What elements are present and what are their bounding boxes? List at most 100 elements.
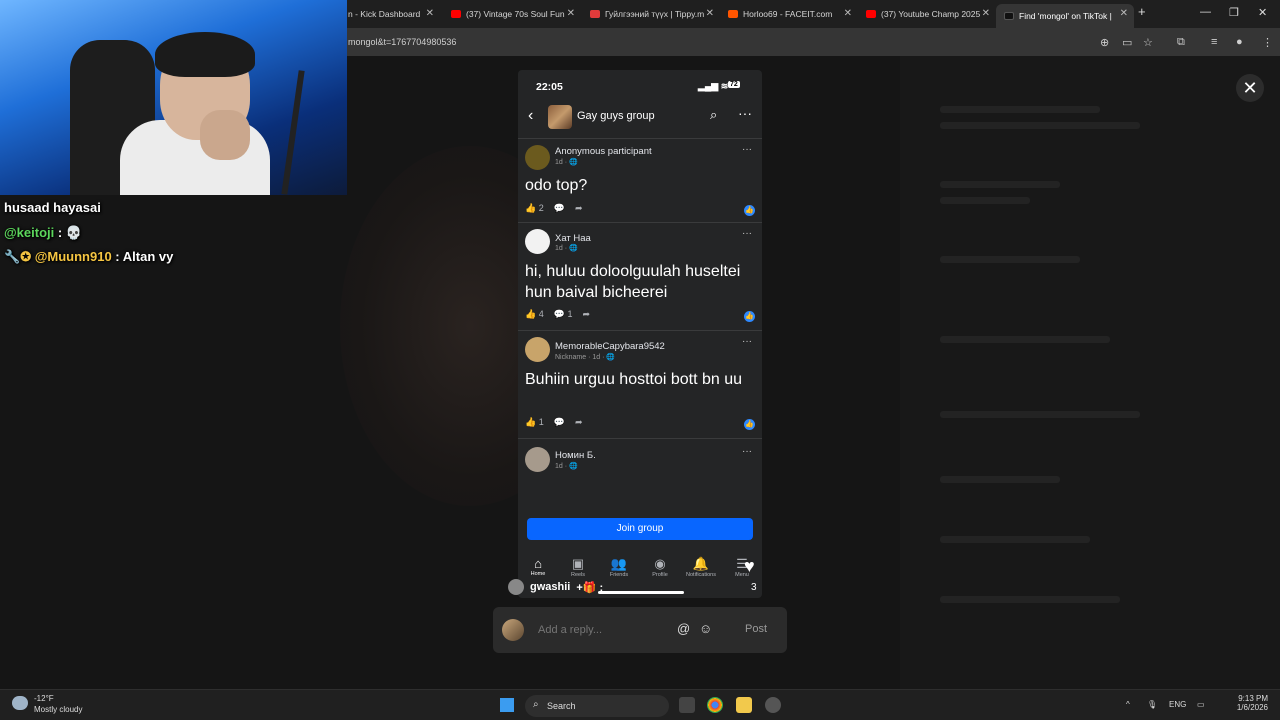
cloud-icon [12, 696, 28, 710]
post-author[interactable]: Хат Наа [555, 233, 591, 244]
tray-chevron-icon[interactable]: ^ [1126, 700, 1130, 709]
taskbar-search[interactable]: ⌕ Search [525, 695, 669, 717]
like-count: 3 [751, 582, 757, 593]
like-button[interactable]: 👍 2 [525, 203, 544, 214]
windows-start-icon[interactable] [500, 698, 514, 712]
post-body: hi, huluu doloolguulah huseltei hun baiv… [525, 263, 741, 301]
window-close-icon[interactable]: ✕ [1258, 6, 1267, 19]
post-more-icon[interactable]: ··· [742, 228, 752, 239]
nav-profile[interactable]: ◉ Profile [640, 556, 680, 578]
network-icon[interactable]: ▭ [1197, 700, 1205, 709]
nav-home[interactable]: ⌂ Home [518, 556, 558, 577]
back-arrow-icon[interactable]: ‹ [528, 107, 533, 125]
post: Anonymous participant 1d · 🌐 ··· odo top… [518, 138, 762, 222]
like-button[interactable]: 👍 1 [525, 417, 544, 428]
webcam-feed [0, 0, 347, 195]
close-icon[interactable]: ✕ [1120, 8, 1128, 19]
close-icon[interactable]: ✕ [982, 8, 990, 19]
language-indicator[interactable]: ENG [1169, 700, 1186, 709]
profile-avatar-icon[interactable]: ● [1236, 36, 1243, 48]
share-button[interactable]: ➦ [575, 203, 583, 214]
microphone-icon[interactable]: 🎙 [1147, 700, 1157, 709]
like-button[interactable]: 👍 4 [525, 309, 544, 320]
post-body: odo top? [525, 177, 588, 194]
more-options-icon[interactable]: ··· [738, 105, 752, 121]
comment-button[interactable]: 💬 1 [554, 309, 573, 320]
signal-wifi-icon: ▂▄▆ ≋ [698, 81, 729, 91]
tab-label: (37) Youtube Champ 2025 [881, 9, 981, 19]
system-clock[interactable]: 9:13 PM 1/6/2026 [1222, 694, 1268, 712]
file-explorer-icon[interactable] [736, 697, 752, 713]
screen: n - Kick Dashboard ✕ (37) Vintage 70s So… [0, 0, 1280, 720]
task-view-icon[interactable] [679, 697, 695, 713]
mention-icon[interactable]: @ [677, 621, 690, 636]
commenter-username[interactable]: gwashii [530, 581, 570, 593]
chat-username: @keitoji [4, 225, 55, 240]
search-icon[interactable]: ⌕ [710, 107, 717, 123]
chat-username: husaad hayasai [4, 200, 101, 215]
youtube-icon [866, 10, 876, 18]
post: MemorableCapybara9542 Nickname · 1d · 🌐 … [518, 330, 762, 438]
cast-icon[interactable]: ▭ [1122, 36, 1132, 49]
url-text[interactable]: mongol&t=1767704980536 [348, 37, 456, 47]
post-button[interactable]: Post [745, 623, 767, 635]
comment-button[interactable]: 💬 [554, 203, 565, 214]
status-time: 22:05 [536, 81, 563, 93]
post-more-icon[interactable]: ··· [742, 336, 752, 347]
tab-youtube-champ[interactable]: (37) Youtube Champ 2025 ✕ [858, 4, 996, 24]
nav-label: Notifications [686, 572, 716, 578]
nav-label: Home [530, 571, 546, 577]
extensions-icon[interactable]: ⧉ [1177, 36, 1185, 49]
browser-menu-icon[interactable]: ⋮ [1262, 36, 1273, 49]
search-icon: ⌕ [533, 699, 539, 710]
close-overlay-button[interactable]: ✕ [1236, 74, 1264, 102]
chat-message: 🔧✪ @Muunn910 : Altan vy [4, 249, 174, 264]
tab-kick-dashboard[interactable]: n - Kick Dashboard ✕ [340, 4, 440, 24]
share-button[interactable]: ➦ [582, 309, 590, 320]
reply-input[interactable] [538, 621, 658, 639]
post-author[interactable]: MemorableCapybara9542 [555, 341, 665, 352]
phone-status-bar: 22:05 ▂▄▆ ≋ 72 [518, 70, 762, 100]
tab-tiktok[interactable]: Find 'mongol' on TikTok | ✕ [996, 4, 1134, 28]
post-meta: Nickname · 1d · 🌐 [555, 354, 616, 361]
tab-youtube-soul[interactable]: (37) Vintage 70s Soul Fun ✕ [443, 4, 581, 24]
close-icon[interactable]: ✕ [567, 8, 575, 19]
emoji-icon[interactable]: ☺ [699, 621, 712, 636]
post: Номин Б. 1d · 🌐 ··· [518, 438, 762, 478]
tab-faceit[interactable]: Horloo69 - FACEIT.com ✕ [720, 4, 858, 24]
post-more-icon[interactable]: ··· [742, 446, 752, 457]
bookmark-star-icon[interactable]: ☆ [1143, 36, 1153, 49]
obs-icon[interactable] [765, 697, 781, 713]
join-group-button[interactable]: Join group [527, 518, 753, 540]
menu-icon: ☰ [736, 556, 748, 571]
tab-tippy[interactable]: Гуйлгээний түүх | Tippy.m ✕ [582, 4, 720, 24]
post-actions: 👍 1 💬 ➦ [525, 417, 583, 428]
post-body: Buhiin urguu hosttoi bott bn uu [525, 371, 743, 388]
zoom-icon[interactable]: ⊕ [1100, 36, 1109, 49]
commenter-avatar [508, 579, 524, 595]
close-icon[interactable]: ✕ [706, 8, 714, 19]
clock-time: 9:13 PM [1238, 694, 1268, 703]
close-icon[interactable]: ✕ [426, 8, 434, 19]
post-more-icon[interactable]: ··· [742, 144, 752, 155]
nav-notifications[interactable]: 🔔 Notifications [681, 556, 721, 578]
nav-reels[interactable]: ▣ Reels [558, 556, 598, 578]
new-tab-button[interactable]: + [1138, 4, 1146, 19]
group-avatar [548, 105, 572, 129]
faceit-icon [728, 10, 738, 18]
chrome-icon[interactable] [707, 697, 723, 713]
heart-like-icon[interactable]: ♥ [744, 556, 755, 577]
like-reaction-icon: 👍 [744, 311, 755, 322]
share-button[interactable]: ➦ [575, 417, 583, 428]
post-meta: 1d · 🌐 [555, 159, 578, 166]
minimize-icon[interactable]: — [1200, 6, 1211, 18]
close-icon[interactable]: ✕ [844, 8, 852, 19]
comment-button[interactable]: 💬 [554, 417, 565, 428]
reading-list-icon[interactable]: ≡ [1211, 36, 1217, 48]
post-author[interactable]: Номин Б. [555, 450, 596, 461]
tab-label: Find 'mongol' on TikTok | [1019, 11, 1112, 21]
nav-friends[interactable]: 👥 Friends [599, 556, 639, 578]
nav-menu[interactable]: ☰ Menu [722, 556, 762, 578]
post-author[interactable]: Anonymous participant [555, 146, 652, 157]
restore-icon[interactable]: ❐ [1229, 6, 1239, 19]
